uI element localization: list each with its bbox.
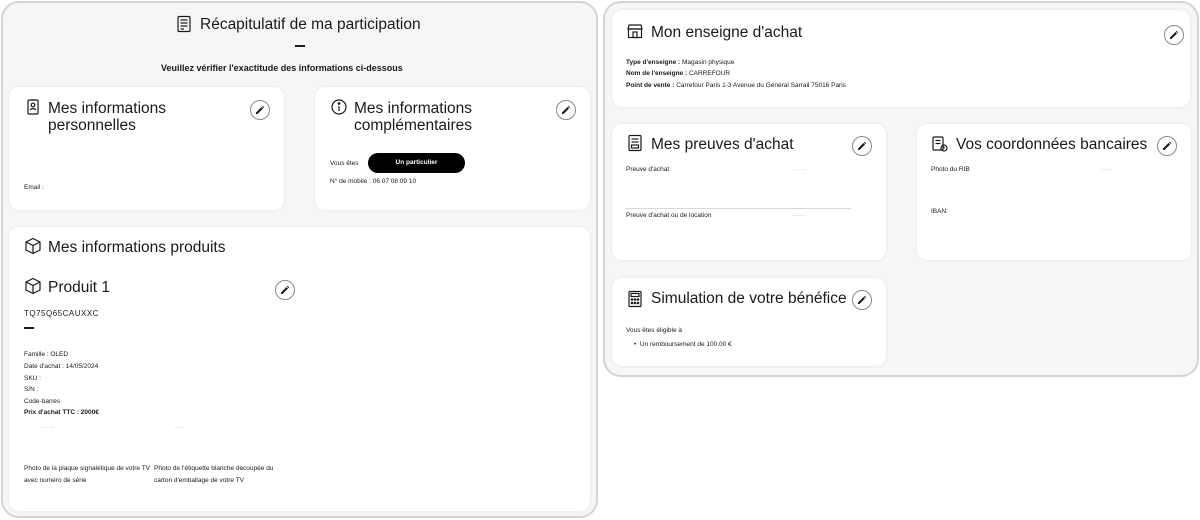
simulation-card: Simulation de votre bénéfice Vous êtes é… (612, 278, 886, 366)
bank-card-icon (931, 135, 949, 153)
edit-proofs-button[interactable] (852, 136, 872, 156)
product-code-barres: Code-barres (24, 398, 61, 405)
purchase-panel: Mon enseigne d'achat Type d'enseigne : M… (603, 1, 1199, 377)
store-name-value: CARREFOUR (688, 70, 731, 77)
personal-info-title-line2: personnelles (48, 117, 136, 134)
photo-placeholder-1: ...... (42, 424, 56, 430)
pencil-icon (858, 141, 867, 150)
edit-bank-button[interactable] (1157, 136, 1177, 156)
product-divider (24, 327, 34, 329)
complementary-info-title-line2: complémentaires (354, 117, 473, 134)
mobile-number: N° de mobile : 06 07 08 09 10 (330, 178, 417, 185)
receipt-icon (626, 134, 644, 152)
bank-card: Vos coordonnées bancaires Photo du RIB .… (917, 124, 1191, 260)
preuve-achat-label: Preuve d'achat (626, 166, 670, 173)
store-point-label: Point de vente : (626, 82, 675, 89)
store-type-value: Magasin physique (681, 59, 735, 66)
photo-etiquette-label-line1: Photo de l'étiquette blanche découpée du (154, 465, 274, 472)
preuve-location-label: Preuve d'achat ou de location (626, 212, 712, 219)
photo-etiquette-label-line2: carton d'emballage de votre TV (154, 477, 245, 484)
pencil-icon (1170, 30, 1179, 39)
store-type: Type d'enseigne : Magasin physique (626, 58, 734, 67)
proofs-card: Mes preuves d'achat Preuve d'achat .....… (612, 124, 886, 260)
storefront-icon (626, 22, 644, 40)
document-list-icon (175, 15, 193, 33)
id-badge-icon (24, 98, 42, 116)
summary-panel: Récapitulatif de ma participation Veuill… (1, 1, 598, 518)
pencil-icon (562, 105, 571, 114)
store-name: Nom de l'enseigne : CARREFOUR (626, 69, 730, 78)
iban-label: IBAN: (931, 208, 948, 215)
pencil-icon (858, 295, 867, 304)
product-title: Produit 1 (48, 279, 111, 296)
edit-complementary-button[interactable] (556, 100, 576, 120)
title-divider (295, 45, 305, 47)
store-type-label: Type d'enseigne : (626, 59, 681, 66)
pencil-icon (1163, 141, 1172, 150)
eligible-label: Vous êtes éligible à (626, 327, 683, 334)
store-title: Mon enseigne d'achat (651, 24, 803, 41)
photo-rib-placeholder: ...... (1100, 166, 1114, 172)
product-sku: SKU : (24, 375, 41, 382)
product-prix: Prix d'achat TTC : 2000€ (24, 409, 99, 416)
vous-etes-label: Vous êtes (330, 160, 359, 167)
store-name-label: Nom de l'enseigne : (626, 70, 688, 77)
product-sn: S/N : (24, 386, 39, 393)
remboursement-item: • Un remboursement de 100.00 € (634, 340, 732, 349)
proofs-title: Mes preuves d'achat (651, 136, 794, 153)
box-icon (24, 277, 42, 295)
store-point-value: Carrefour Paris 1-3 Avenue du Général Sa… (676, 82, 846, 89)
store-point: Point de vente : Carrefour Paris 1-3 Ave… (626, 81, 846, 90)
personal-info-card: Mes informations personnelles Email : (9, 87, 284, 210)
page-title: Récapitulatif de ma participation (200, 16, 421, 33)
simulation-title: Simulation de votre bénéfice (651, 290, 847, 307)
proofs-divider (626, 208, 851, 209)
preuve-achat-placeholder: ...... (794, 166, 808, 172)
user-type-button[interactable]: Un particulier (368, 153, 465, 173)
calculator-icon (626, 290, 644, 308)
photo-plaque-label-line2: avec numéro de série (24, 477, 87, 484)
preuve-location-placeholder: ...... (792, 212, 806, 218)
product-model: TQ75Q65CAUXXC (24, 309, 99, 318)
edit-simulation-button[interactable] (852, 290, 872, 310)
photo-rib-label: Photo du RIB (931, 166, 970, 173)
info-person-icon (330, 98, 348, 116)
store-card: Mon enseigne d'achat Type d'enseigne : M… (612, 10, 1190, 107)
products-title: Mes informations produits (48, 239, 226, 256)
page-subtitle: Veuillez vérifier l'exactitude des infor… (161, 63, 403, 73)
remboursement-value: Un remboursement de 100.00 € (639, 341, 732, 348)
personal-info-title-line1: Mes informations (48, 100, 167, 117)
photo-plaque-label-line1: Photo de la plaque signalétique de votre… (24, 465, 150, 472)
products-card: Mes informations produits Produit 1 TQ75… (9, 227, 590, 511)
edit-personal-button[interactable] (250, 100, 270, 120)
pencil-icon (281, 285, 290, 294)
complementary-info-title-line1: Mes informations (354, 100, 473, 117)
pencil-icon (256, 105, 265, 114)
product-date-achat: Date d'achat : 14/05/2024 (24, 363, 99, 370)
email-label: Email : (24, 184, 44, 191)
bank-title: Vos coordonnées bancaires (956, 136, 1148, 153)
box-icon (24, 237, 42, 255)
photo-placeholder-2: ...... (174, 424, 188, 430)
edit-store-button[interactable] (1164, 25, 1184, 45)
complementary-info-card: Mes informations complémentaires Vous êt… (315, 87, 590, 210)
edit-product-button[interactable] (275, 280, 295, 300)
product-famille: Famille : OLED (24, 351, 69, 358)
